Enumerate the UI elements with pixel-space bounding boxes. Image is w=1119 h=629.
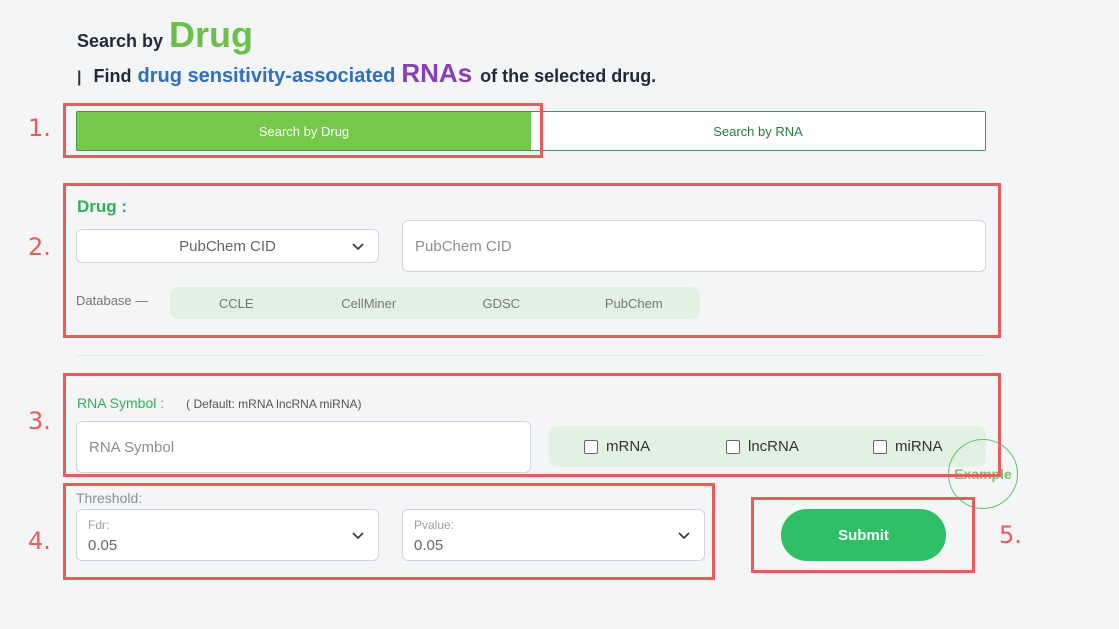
subtitle-highlight-blue: drug sensitivity-associated [137, 65, 396, 87]
subtitle-separator: | [77, 69, 82, 86]
subtitle-highlight-purple: RNAs [401, 58, 473, 88]
title-main: Drug [169, 14, 254, 55]
annotation-number-3: 3. [28, 407, 51, 435]
annotation-box-2 [63, 183, 1001, 338]
annotation-number-2: 2. [28, 233, 51, 261]
title-prefix: Search by [77, 31, 164, 51]
annotation-number-4: 4. [28, 527, 51, 555]
annotation-box-1 [63, 103, 543, 158]
annotation-box-3 [63, 373, 1001, 477]
section-divider [76, 355, 986, 356]
annotation-box-5 [751, 497, 975, 573]
subtitle-end: of the selected drug. [480, 66, 657, 86]
annotation-number-1: 1. [28, 114, 51, 142]
page-subtitle: | Find drug sensitivity-associated RNAs … [77, 58, 656, 89]
annotation-number-5: 5. [999, 521, 1022, 549]
subtitle-find: Find [93, 66, 132, 86]
annotation-box-4 [63, 483, 715, 580]
page-title: Search by Drug [77, 14, 253, 56]
tab-search-by-rna[interactable]: Search by RNA [531, 112, 985, 150]
